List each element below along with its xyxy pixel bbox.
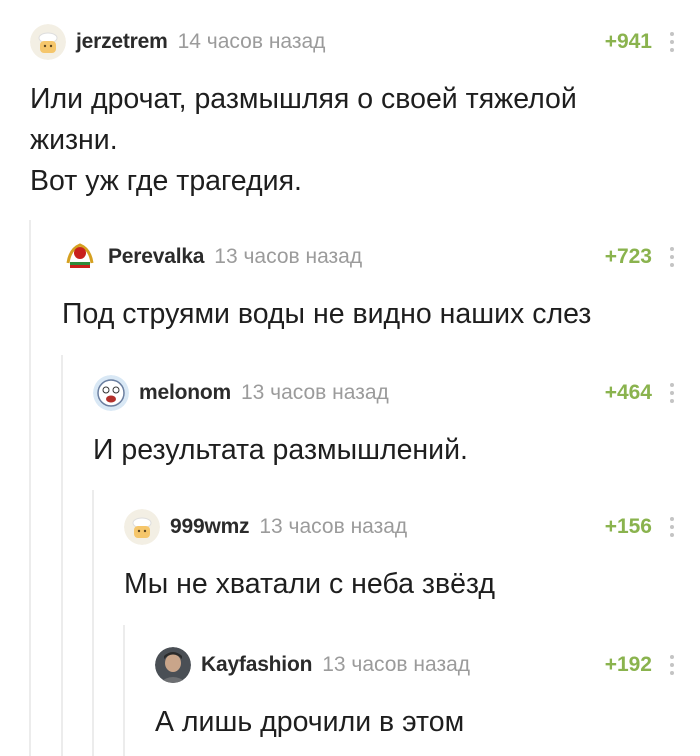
comment-rating: +464 (604, 381, 652, 404)
comment-time[interactable]: 13 часов назад (214, 245, 362, 269)
comment-header: 999wmz 13 часов назад +156 (124, 507, 700, 547)
comment-text: Под струями воды не видно наших слез (62, 294, 700, 335)
comment-text: Или дрочат, размышляя о своей тяжелой жи… (30, 79, 700, 202)
comment-rating: +723 (604, 245, 652, 268)
more-options-icon[interactable] (670, 383, 674, 403)
comment-text-line: И результата размышлений. (93, 434, 468, 466)
comment: 999wmz 13 часов назад +156 Мы не хватали… (124, 507, 700, 605)
comment-text-line: Мы не хватали с неба звёзд (124, 568, 496, 600)
comment-time[interactable]: 13 часов назад (322, 653, 470, 677)
comment-text: И результата размышлений. (93, 430, 700, 471)
username[interactable]: 999wmz (170, 515, 250, 539)
cartoon-face-avatar-icon[interactable] (93, 375, 129, 411)
username[interactable]: Perevalka (108, 245, 204, 269)
comment: Perevalka 13 часов назад +723 Под струям… (62, 237, 700, 335)
comment-rating: +156 (604, 515, 652, 538)
comment-header: melonom 13 часов назад +464 (93, 373, 700, 413)
comment-rating: +941 (604, 30, 652, 53)
more-options-icon[interactable] (670, 517, 674, 537)
thread-line (61, 355, 63, 756)
user-avatar-icon[interactable] (30, 24, 66, 60)
comment-text-line: Под струями воды не видно наших слез (62, 298, 592, 330)
username[interactable]: melonom (139, 381, 231, 405)
comment-rating: +192 (604, 653, 652, 676)
thread-line (92, 490, 94, 756)
comment-text: А лишь дрочили в этом помещении. (155, 702, 700, 756)
comment-header: Perevalka 13 часов назад +723 (62, 237, 700, 277)
more-options-icon[interactable] (670, 32, 674, 52)
more-options-icon[interactable] (670, 655, 674, 675)
username[interactable]: jerzetrem (76, 30, 168, 54)
comment-text-line: Вот уж где трагедия. (30, 165, 302, 197)
more-options-icon[interactable] (670, 247, 674, 267)
comment-text: Мы не хватали с неба звёзд (124, 564, 700, 605)
thread-line (123, 625, 125, 756)
comment-time[interactable]: 13 часов назад (259, 515, 407, 539)
comment: Kayfashion 13 часов назад +192 А лишь др… (155, 645, 700, 756)
comment-time[interactable]: 14 часов назад (178, 30, 326, 54)
comment-header: jerzetrem 14 часов назад +941 (30, 22, 700, 62)
soviet-emblem-avatar-icon[interactable] (62, 239, 98, 275)
comment-text-line: Или дрочат, размышляя о своей тяжелой (30, 83, 577, 115)
photo-avatar-icon[interactable] (155, 647, 191, 683)
comment: jerzetrem 14 часов назад +941 Или дрочат… (30, 22, 700, 202)
comment: melonom 13 часов назад +464 И результата… (93, 373, 700, 471)
thread-line (29, 220, 31, 756)
comment-text-line: жизни. (30, 124, 118, 156)
comment-text-line: А лишь дрочили в этом помещении. (155, 706, 465, 756)
comment-header: Kayfashion 13 часов назад +192 (155, 645, 700, 685)
username[interactable]: Kayfashion (201, 653, 312, 677)
user-avatar-icon[interactable] (124, 509, 160, 545)
comment-time[interactable]: 13 часов назад (241, 381, 389, 405)
